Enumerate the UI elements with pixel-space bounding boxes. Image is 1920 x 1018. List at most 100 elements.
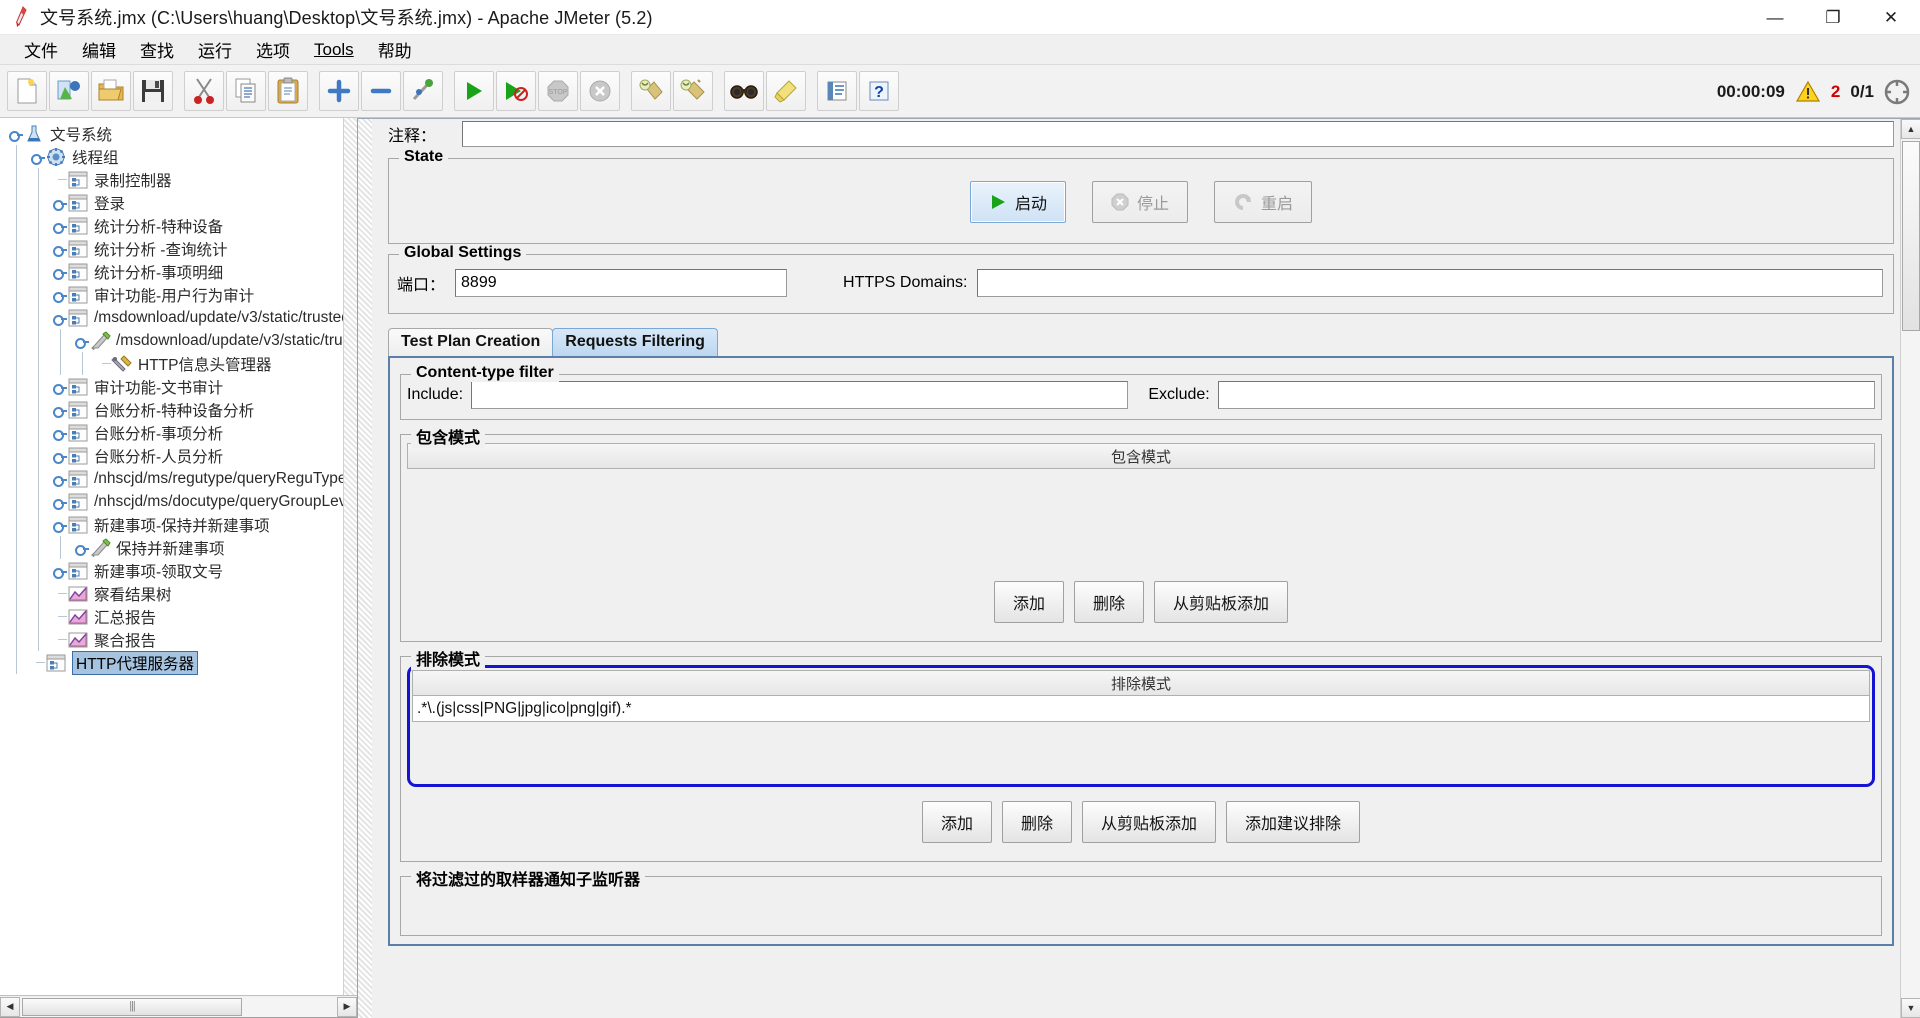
close-button[interactable]: ✕ (1862, 0, 1920, 35)
exclude-content-type-input[interactable] (1217, 381, 1876, 409)
scroll-right-arrow-icon[interactable]: ▶ (337, 996, 357, 1017)
exclude-patterns-empty-area[interactable] (412, 722, 1870, 782)
menu-edit[interactable]: 编辑 (70, 35, 128, 64)
maximize-button[interactable]: ❐ (1804, 0, 1862, 35)
cut-icon[interactable] (184, 71, 224, 111)
tree-node[interactable]: HTTP代理服务器 (0, 650, 343, 675)
open-icon[interactable] (91, 71, 131, 111)
https-domains-input[interactable] (977, 269, 1883, 297)
shutdown-icon[interactable] (580, 71, 620, 111)
panel-vertical-scrollbar[interactable]: ▲ ▼ (1900, 119, 1920, 1018)
tab-test-plan-creation[interactable]: Test Plan Creation (388, 328, 554, 356)
tab-requests-filtering[interactable]: Requests Filtering (552, 328, 718, 356)
port-input[interactable]: 8899 (455, 269, 788, 297)
collapse-all-icon[interactable] (361, 71, 401, 111)
new-icon[interactable] (7, 71, 47, 111)
restart-proxy-button[interactable]: 重启 (1214, 181, 1313, 223)
tree-node[interactable]: 录制控制器 (0, 168, 343, 191)
start-proxy-button[interactable]: 启动 (969, 181, 1066, 223)
tree-expand-handle-icon[interactable] (52, 306, 67, 329)
tree-node[interactable]: 统计分析 -查询统计 (0, 237, 343, 260)
table-row[interactable]: .*\.(js|css|PNG|jpg|ico|png|gif).* (412, 696, 1870, 722)
search-icon[interactable] (724, 71, 764, 111)
tree-node[interactable]: 审计功能-用户行为审计 (0, 283, 343, 306)
stop-proxy-button[interactable]: 停止 (1091, 181, 1188, 223)
tree-collapse-handle-icon[interactable] (52, 283, 67, 306)
tree-expand-handle-icon[interactable] (8, 122, 23, 145)
menu-options[interactable]: 选项 (244, 35, 302, 64)
exclude-add-suggested-button[interactable]: 添加建议排除 (1226, 801, 1361, 843)
start-icon[interactable] (454, 71, 494, 111)
tree-node[interactable]: 保持并新建事项 (0, 536, 343, 559)
tree-node[interactable]: 文号系统 (0, 122, 343, 145)
warning-count[interactable]: 2 (1831, 82, 1840, 102)
exclude-patterns-table[interactable]: .*\.(js|css|PNG|jpg|ico|png|gif).* (412, 696, 1870, 782)
exclude-delete-button[interactable]: 删除 (1001, 801, 1072, 843)
include-delete-button[interactable]: 删除 (1073, 581, 1144, 623)
stop-icon[interactable]: STOP (538, 71, 578, 111)
include-patterns-table[interactable] (407, 469, 1875, 567)
tree-node[interactable]: 台账分析-人员分析 (0, 444, 343, 467)
menu-file[interactable]: 文件 (12, 35, 70, 64)
exclude-add-from-clipboard-button[interactable]: 从剪贴板添加 (1082, 801, 1217, 843)
tree-node[interactable]: 汇总报告 (0, 605, 343, 628)
start-no-pauses-icon[interactable] (496, 71, 536, 111)
test-plan-tree[interactable]: 文号系统 线程组 录制控制器 登录 统计分析-特种设备 统计分析 -查询统计 统计分析-事项… (0, 118, 343, 993)
scroll-up-arrow-icon[interactable]: ▲ (1901, 119, 1920, 139)
tree-node[interactable]: /nhscjd/ms/docutype/queryGroupLeve (0, 490, 343, 513)
tree-collapse-handle-icon[interactable] (52, 490, 67, 513)
exclude-add-button[interactable]: 添加 (921, 801, 992, 843)
menu-help[interactable]: 帮助 (366, 35, 424, 64)
tree-node[interactable]: /msdownload/update/v3/static/trus (0, 329, 343, 352)
tree-node[interactable]: 统计分析-事项明细 (0, 260, 343, 283)
tree-node[interactable]: 登录 (0, 191, 343, 214)
menu-search[interactable]: 查找 (128, 35, 186, 64)
tree-expand-handle-icon[interactable] (30, 145, 45, 168)
scroll-down-arrow-icon[interactable]: ▼ (1901, 998, 1920, 1018)
tree-collapse-handle-icon[interactable] (74, 536, 89, 559)
tree-node[interactable]: 审计功能-文书审计 (0, 375, 343, 398)
tree-node[interactable]: 统计分析-特种设备 (0, 214, 343, 237)
tree-node[interactable]: 台账分析-事项分析 (0, 421, 343, 444)
hscroll-track[interactable] (20, 996, 337, 1017)
exclude-patterns-table-focus-ring[interactable]: 排除模式 .*\.(js|css|PNG|jpg|ico|png|gif).* (407, 665, 1875, 787)
tree-node[interactable]: /nhscjd/ms/regutype/queryReguTypeA (0, 467, 343, 490)
tree-collapse-handle-icon[interactable] (52, 398, 67, 421)
tree-collapse-handle-icon[interactable] (74, 329, 89, 352)
tree-collapse-handle-icon[interactable] (52, 444, 67, 467)
paste-icon[interactable] (268, 71, 308, 111)
tree-node[interactable]: 新建事项-领取文号 (0, 559, 343, 582)
clear-icon[interactable] (631, 71, 671, 111)
tree-collapse-handle-icon[interactable] (52, 375, 67, 398)
include-add-from-clipboard-button[interactable]: 从剪贴板添加 (1154, 581, 1289, 623)
warning-triangle-icon[interactable] (1795, 80, 1821, 104)
copy-icon[interactable] (226, 71, 266, 111)
menu-tools[interactable]: Tools (302, 38, 366, 62)
tree-expand-handle-icon[interactable] (52, 513, 67, 536)
include-add-button[interactable]: 添加 (993, 581, 1064, 623)
save-icon[interactable] (133, 71, 173, 111)
tree-node[interactable]: /msdownload/update/v3/static/trustedr (0, 306, 343, 329)
tree-node[interactable]: 台账分析-特种设备分析 (0, 398, 343, 421)
hscroll-thumb[interactable] (22, 997, 242, 1016)
help-icon[interactable]: ? (859, 71, 899, 111)
comment-input[interactable] (462, 121, 1894, 147)
scroll-left-arrow-icon[interactable]: ◀ (0, 996, 20, 1017)
pane-splitter[interactable] (358, 119, 372, 1018)
tree-collapse-handle-icon[interactable] (52, 467, 67, 490)
tree-collapse-handle-icon[interactable] (52, 191, 67, 214)
tree-collapse-handle-icon[interactable] (52, 214, 67, 237)
reset-search-icon[interactable] (766, 71, 806, 111)
tree-node[interactable]: 线程组 (0, 145, 343, 168)
toggle-icon[interactable] (403, 71, 443, 111)
tree-node[interactable]: HTTP信息头管理器 (0, 352, 343, 375)
tree-collapse-handle-icon[interactable] (52, 559, 67, 582)
tree-node[interactable]: 新建事项-保持并新建事项 (0, 513, 343, 536)
include-content-type-input[interactable] (471, 381, 1129, 409)
function-helper-icon[interactable] (817, 71, 857, 111)
tree-horizontal-scrollbar[interactable]: ◀ ▶ (0, 995, 357, 1017)
expand-all-icon[interactable] (319, 71, 359, 111)
tree-node[interactable]: 聚合报告 (0, 628, 343, 651)
tree-vertical-scrollbar[interactable] (343, 118, 357, 995)
clear-all-icon[interactable] (673, 71, 713, 111)
